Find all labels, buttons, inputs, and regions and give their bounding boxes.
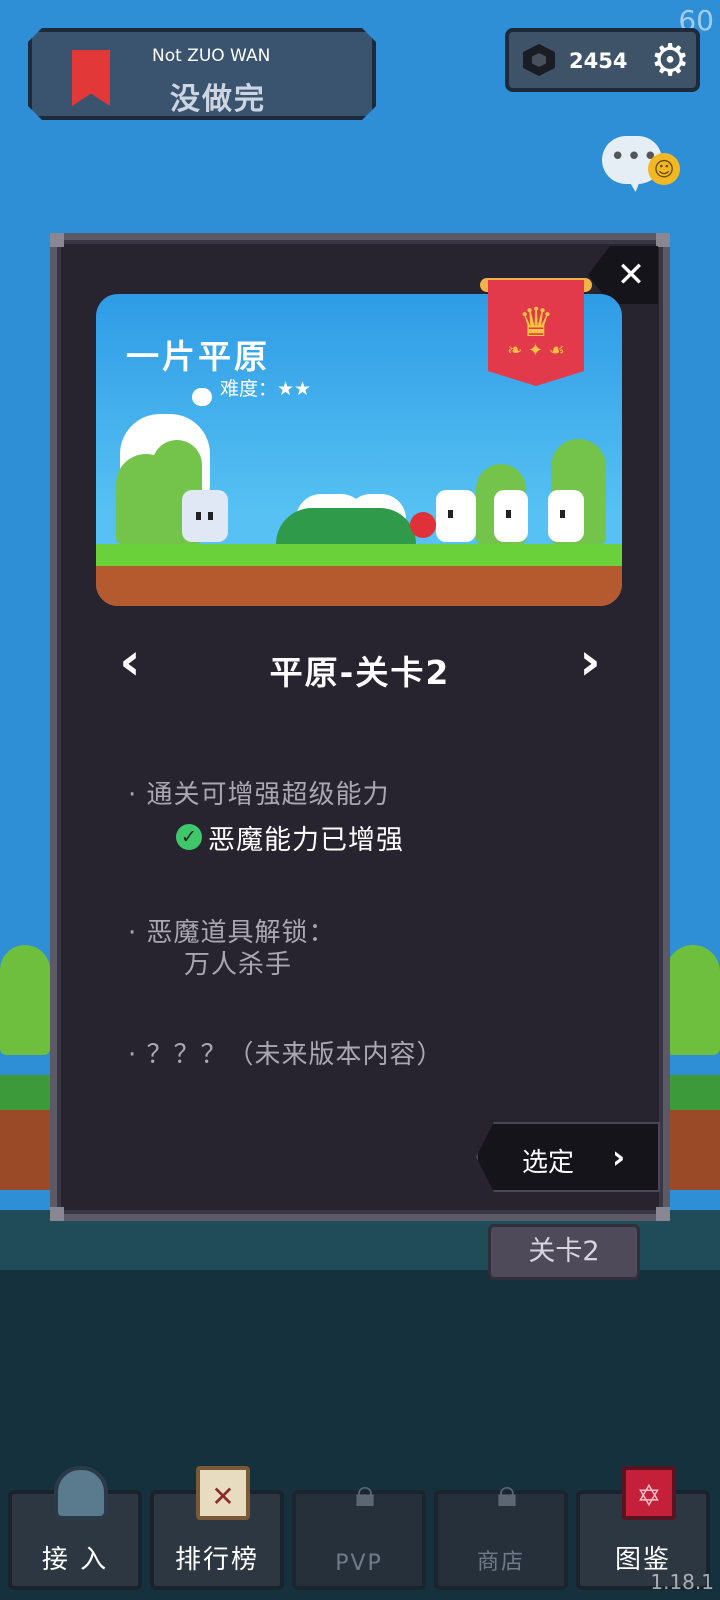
reward-bullet-1: · 通关可增强超级能力: [128, 780, 390, 810]
lock-icon: 🔒︎: [496, 1471, 518, 1515]
select-label: 选定: [522, 1148, 575, 1178]
helmet-icon: [54, 1466, 108, 1520]
knight-character: [182, 490, 228, 542]
nav-leaderboard-button[interactable]: ✕ 排行榜: [150, 1466, 284, 1590]
reward-status-1: 恶魔能力已增强: [208, 825, 404, 856]
frame-corner: [656, 233, 670, 247]
reward-bullet-3: · ？？？（未来版本内容）: [128, 1040, 444, 1070]
nav-pvp-button[interactable]: 🔒︎ PVP: [292, 1471, 426, 1590]
hill-shape: [276, 508, 416, 544]
book-icon: ✡: [622, 1466, 676, 1520]
frame-corner: [50, 233, 64, 247]
swordsman-character: [494, 490, 528, 542]
next-stage-button[interactable]: ›: [570, 636, 610, 688]
gear-icon[interactable]: ⚙: [647, 38, 693, 84]
game-title-plate: Not ZUO WAN 没做完: [28, 28, 376, 120]
dirt-strip: [96, 566, 622, 606]
grass-strip: [96, 544, 622, 566]
frame-corner: [656, 1207, 670, 1221]
title-english: Not ZUO WAN: [152, 46, 271, 66]
right-tree: [666, 945, 720, 1055]
left-grass: [0, 1075, 50, 1110]
left-dirt: [0, 1110, 50, 1190]
difficulty-label: 难度：★★: [220, 378, 312, 400]
chevron-right-icon: ›: [612, 1138, 626, 1176]
nav-shop-label: 商店: [476, 1550, 525, 1575]
frame-corner: [50, 1207, 64, 1221]
left-tree: [0, 945, 50, 1055]
nav-shop-button[interactable]: 🔒︎ 商店: [434, 1471, 568, 1590]
nav-connect-label: 接 入: [41, 1545, 109, 1575]
demon-character: [436, 490, 476, 542]
archer-character: [548, 490, 584, 542]
laurel-icon: ❧ ✦ ☙: [507, 340, 565, 361]
select-button[interactable]: 选定 ›: [476, 1122, 660, 1192]
prev-stage-button[interactable]: ‹: [110, 636, 150, 688]
right-dirt: [666, 1110, 720, 1190]
scroll-icon: ✕: [196, 1466, 250, 1520]
right-grass: [666, 1075, 720, 1110]
title-chinese: 没做完: [170, 82, 266, 117]
cloud-shape: [192, 388, 212, 406]
smiley-icon: ☺: [648, 153, 680, 185]
lock-icon: 🔒︎: [354, 1471, 376, 1515]
version-label: 1.18.1: [650, 1570, 714, 1594]
reward-item-2: 万人杀手: [184, 950, 293, 980]
scene-title: 一片平原: [126, 337, 270, 376]
currency-display: 2454 ⚙: [505, 28, 700, 92]
nav-connect-button[interactable]: 接 入: [8, 1466, 142, 1590]
nav-leaderboard-label: 排行榜: [174, 1545, 259, 1575]
check-icon: ✓: [176, 824, 202, 850]
stage-tab[interactable]: 关卡2: [488, 1224, 640, 1280]
gem-count: 2454: [569, 49, 628, 73]
stage-name: 平原-关卡2: [269, 653, 451, 692]
red-shield: [410, 512, 436, 538]
nav-pvp-label: PVP: [335, 1551, 383, 1576]
bookmark-icon: [72, 50, 110, 106]
